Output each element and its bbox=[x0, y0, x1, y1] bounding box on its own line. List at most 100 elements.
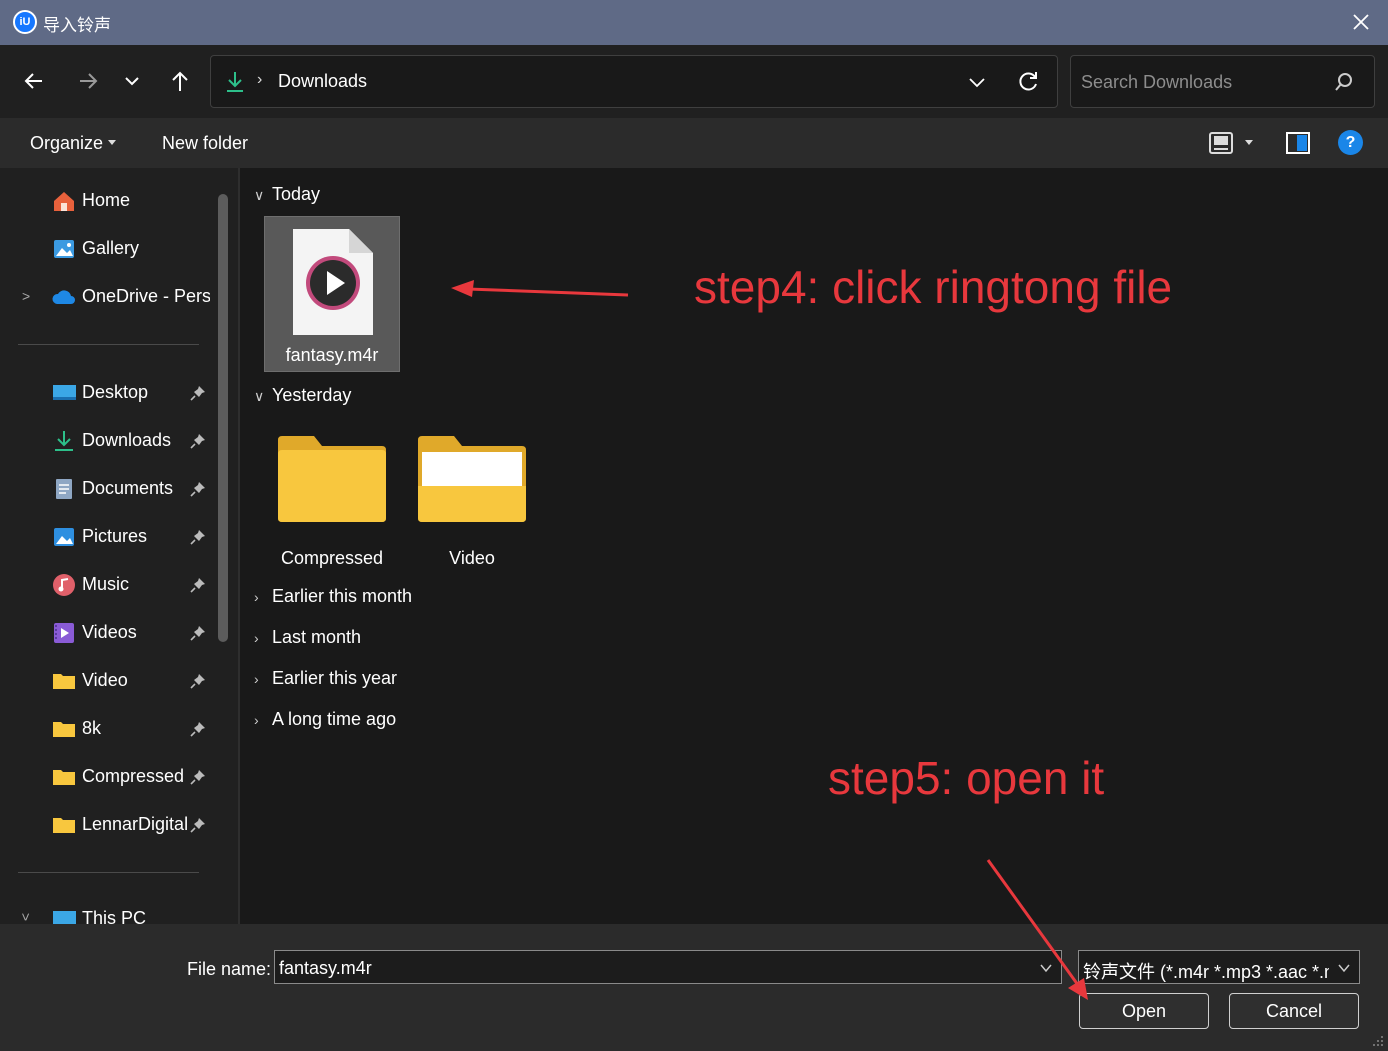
up-button[interactable] bbox=[166, 67, 194, 95]
file-name-label: File name: bbox=[187, 959, 272, 979]
group-header-earlier-this-month[interactable]: › Earlier this month bbox=[254, 586, 412, 607]
resize-grip-icon[interactable] bbox=[1372, 1035, 1384, 1047]
chevron-down-icon[interactable] bbox=[967, 72, 987, 92]
group-header-last-month[interactable]: › Last month bbox=[254, 627, 361, 648]
search-icon[interactable] bbox=[1334, 72, 1354, 92]
folder-icon bbox=[53, 722, 75, 737]
recent-locations-button[interactable] bbox=[120, 67, 148, 95]
sidebar-item-label: Downloads bbox=[82, 430, 172, 450]
sidebar-item-downloads[interactable]: Downloads bbox=[52, 426, 217, 456]
folder-name-label: Video bbox=[449, 548, 495, 568]
cancel-button[interactable]: Cancel bbox=[1229, 993, 1359, 1029]
sidebar-item-label: Documents bbox=[82, 478, 174, 498]
expand-chevron-icon[interactable]: > bbox=[22, 288, 30, 304]
sidebar-item-label: Gallery bbox=[82, 238, 140, 258]
annotation-step4: step4: click ringtong file bbox=[694, 261, 1173, 313]
organize-button[interactable]: Organize bbox=[30, 133, 103, 154]
sidebar-item-music[interactable]: Music bbox=[52, 570, 217, 600]
annotation-step5: step5: open it bbox=[828, 752, 1105, 804]
new-folder-button[interactable]: New folder bbox=[162, 133, 248, 154]
address-bar[interactable]: › Downloads bbox=[210, 55, 1058, 108]
dialog-footer: File name: 铃声文件 (*.m4r *.mp3 *.aac *.m O… bbox=[0, 924, 1388, 1051]
downloads-icon bbox=[55, 431, 73, 451]
sidebar-item-documents[interactable]: Documents bbox=[52, 474, 217, 504]
computer-icon bbox=[53, 911, 76, 924]
sidebar-item-gallery[interactable]: Gallery bbox=[52, 234, 217, 264]
pin-icon bbox=[190, 530, 205, 545]
group-header-today[interactable]: ∨ Today bbox=[254, 184, 320, 205]
sidebar-item-label: Video bbox=[82, 670, 128, 690]
open-button[interactable]: Open bbox=[1079, 993, 1209, 1029]
pin-icon bbox=[190, 626, 205, 641]
group-header-earlier-this-year[interactable]: › Earlier this year bbox=[254, 668, 397, 689]
sidebar-item-label: This PC bbox=[82, 908, 147, 924]
forward-button[interactable] bbox=[74, 67, 102, 95]
download-icon bbox=[227, 72, 243, 92]
pictures-icon bbox=[54, 528, 74, 546]
search-box[interactable] bbox=[1070, 55, 1375, 108]
preview-pane-icon[interactable] bbox=[1285, 131, 1311, 155]
chevron-right-icon: › bbox=[254, 589, 259, 605]
chevron-down-icon bbox=[1338, 964, 1350, 973]
chevron-right-icon: › bbox=[254, 630, 259, 646]
group-header-yesterday[interactable]: ∨ Yesterday bbox=[254, 385, 351, 406]
file-type-select[interactable]: 铃声文件 (*.m4r *.mp3 *.aac *.m bbox=[1078, 950, 1360, 984]
sidebar-scrollbar[interactable] bbox=[218, 194, 228, 642]
sidebar-item-videos[interactable]: Videos bbox=[52, 618, 217, 648]
refresh-icon[interactable] bbox=[1015, 69, 1041, 95]
folder-name-label: Compressed bbox=[280, 548, 384, 568]
breadcrumb-current[interactable]: Downloads bbox=[278, 71, 367, 92]
folder-item-compressed[interactable]: Compressed bbox=[262, 430, 402, 570]
command-toolbar: Organize New folder ? bbox=[0, 118, 1388, 168]
sidebar-item-label: OneDrive - Perso bbox=[82, 286, 210, 306]
pin-icon bbox=[190, 386, 205, 401]
search-input[interactable] bbox=[1081, 70, 1321, 94]
expand-chevron-icon[interactable]: > bbox=[18, 913, 34, 921]
navigation-bar: › Downloads bbox=[0, 45, 1388, 118]
file-name-label: fantasy.m4r bbox=[285, 345, 379, 365]
home-icon bbox=[54, 192, 74, 211]
sidebar-item-label: LennarDigital bbox=[82, 814, 189, 834]
pin-icon bbox=[190, 818, 205, 833]
sidebar-divider bbox=[18, 344, 199, 345]
title-bar: iU 导入铃声 bbox=[0, 0, 1388, 45]
sidebar-item-pictures[interactable]: Pictures bbox=[52, 522, 217, 552]
pin-icon bbox=[190, 482, 205, 497]
chevron-down-icon: ∨ bbox=[254, 187, 265, 203]
close-button[interactable] bbox=[1348, 9, 1374, 35]
sidebar-item-8k[interactable]: 8k bbox=[52, 714, 217, 744]
pin-icon bbox=[190, 578, 205, 593]
pin-icon bbox=[190, 722, 205, 737]
sidebar-item-lennardigital[interactable]: LennarDigital bbox=[52, 810, 217, 840]
chevron-right-icon: › bbox=[254, 671, 259, 687]
gallery-icon bbox=[54, 240, 74, 258]
app-logo-icon: iU bbox=[13, 10, 37, 34]
sidebar-item-onedrive[interactable]: OneDrive - Perso bbox=[52, 282, 217, 312]
group-header-a-long-time-ago[interactable]: › A long time ago bbox=[254, 709, 396, 730]
back-button[interactable] bbox=[20, 67, 48, 95]
sidebar-item-label: Music bbox=[82, 574, 130, 594]
chevron-down-icon[interactable] bbox=[1039, 961, 1053, 975]
sidebar-item-compressed[interactable]: Compressed bbox=[52, 762, 217, 792]
view-mode-icon[interactable] bbox=[1208, 131, 1234, 155]
file-name-combobox[interactable] bbox=[274, 950, 1062, 984]
onedrive-icon bbox=[52, 290, 75, 304]
breadcrumb-separator-icon: › bbox=[257, 71, 263, 88]
help-icon[interactable]: ? bbox=[1338, 130, 1363, 155]
sidebar-item-label: Compressed bbox=[82, 766, 185, 786]
navigation-pane: Home Gallery > OneDrive - Perso Desktop … bbox=[0, 168, 238, 924]
file-name-input[interactable] bbox=[279, 957, 1019, 979]
caret-down-icon[interactable] bbox=[1245, 140, 1253, 145]
file-item-fantasy-m4r[interactable]: fantasy.m4r bbox=[264, 216, 400, 372]
window-title: 导入铃声 bbox=[43, 16, 111, 35]
folder-item-video[interactable]: Video bbox=[402, 430, 542, 570]
sidebar-item-video-folder[interactable]: Video bbox=[52, 666, 217, 696]
pin-icon bbox=[190, 770, 205, 785]
arrow-up-icon bbox=[172, 71, 188, 91]
sidebar-item-label: Pictures bbox=[82, 526, 148, 546]
sidebar-item-home[interactable]: Home bbox=[52, 186, 217, 216]
arrow-right-icon bbox=[80, 73, 98, 89]
sidebar-item-this-pc[interactable]: This PC bbox=[52, 904, 217, 924]
sidebar-item-desktop[interactable]: Desktop bbox=[52, 378, 217, 408]
folder-icon bbox=[53, 674, 75, 689]
